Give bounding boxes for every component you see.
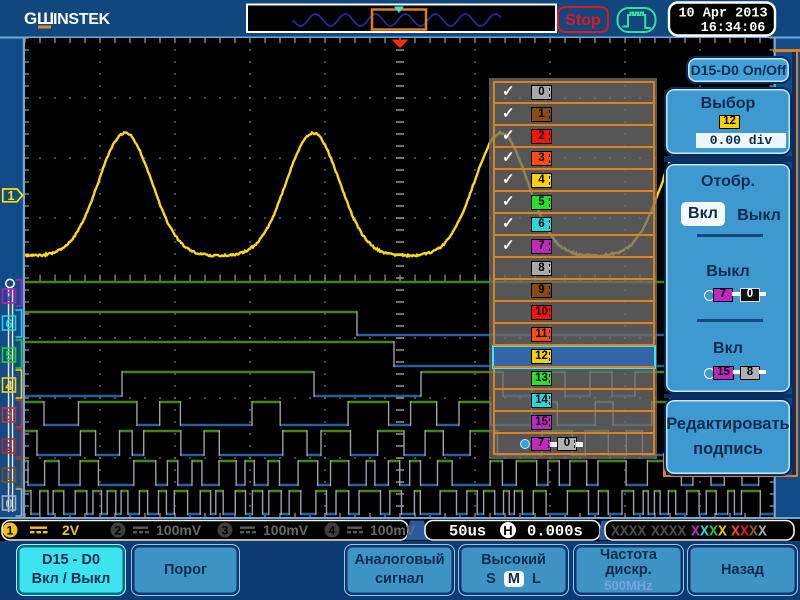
svg-text:X: X <box>740 524 749 541</box>
svg-text:X: X <box>731 524 740 541</box>
svg-text:4: 4 <box>329 524 336 538</box>
svg-text:2V: 2V <box>62 522 80 538</box>
svg-text:1: 1 <box>7 524 14 538</box>
svg-text:2: 2 <box>115 524 122 538</box>
svg-text:100mV: 100mV <box>263 522 309 538</box>
svg-text:X: X <box>718 524 727 541</box>
svg-text:XXXX: XXXX <box>611 524 646 541</box>
svg-text:X: X <box>749 524 758 541</box>
svg-text:3: 3 <box>222 524 229 538</box>
svg-text:X: X <box>758 524 767 541</box>
svg-text:XXXX: XXXX <box>651 524 686 541</box>
svg-text:0.000s: 0.000s <box>527 523 583 541</box>
svg-text:50us: 50us <box>449 523 486 541</box>
svg-text:H: H <box>503 523 512 538</box>
svg-text:X: X <box>691 524 700 541</box>
svg-text:100mV: 100mV <box>370 522 416 538</box>
svg-text:100mV: 100mV <box>156 522 202 538</box>
svg-text:X: X <box>700 524 709 541</box>
svg-text:X: X <box>709 524 718 541</box>
